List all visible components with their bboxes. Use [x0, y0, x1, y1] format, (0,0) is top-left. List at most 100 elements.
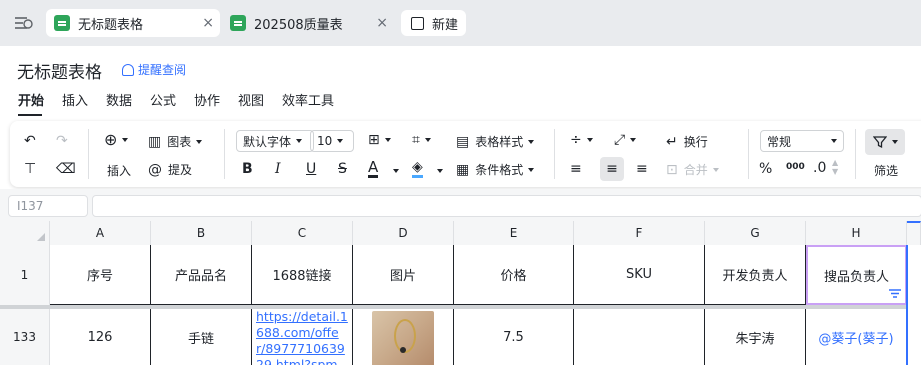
- new-button[interactable]: 新建: [401, 10, 466, 36]
- format-painter-icon[interactable]: ⊤: [24, 161, 36, 177]
- filter-active-icon[interactable]: [889, 289, 901, 299]
- strikethrough-icon[interactable]: S: [338, 161, 347, 177]
- divider: [748, 129, 749, 179]
- divider: [554, 129, 555, 179]
- tab-label: 无标题表格: [78, 17, 144, 33]
- header-cell-product[interactable]: 产品品名: [151, 245, 252, 305]
- decimal-stepper[interactable]: ▲ ▼: [832, 158, 838, 176]
- sheet-icon: [54, 15, 70, 31]
- column-header-f[interactable]: F: [574, 221, 705, 245]
- italic-icon[interactable]: I: [275, 161, 281, 177]
- wrap-icon: ↵: [666, 133, 678, 150]
- menu-home[interactable]: 开始: [18, 90, 44, 109]
- tab-label: 202508质量表: [254, 17, 343, 33]
- merge-icon: ⊡: [666, 161, 678, 178]
- conditional-format-button[interactable]: ▦ 条件格式: [456, 161, 535, 178]
- crop-icon[interactable]: ⌗: [412, 132, 431, 148]
- column-header-g[interactable]: G: [705, 221, 806, 245]
- chart-icon: ▥: [148, 133, 162, 150]
- header-cell-developer[interactable]: 开发负责人: [705, 245, 806, 305]
- filter-label: 筛选: [874, 164, 899, 178]
- chevron-down-icon[interactable]: [393, 169, 399, 173]
- menu-efficiency-tools[interactable]: 效率工具: [282, 90, 334, 109]
- number-format-select[interactable]: 常规: [760, 130, 844, 152]
- cell-link[interactable]: https://detail.1688.com/offer/8977710639…: [252, 309, 353, 365]
- divider: [88, 129, 89, 179]
- header-cell-searcher[interactable]: 搜品负责人: [806, 245, 907, 305]
- menu-formula[interactable]: 公式: [150, 90, 176, 109]
- remind-label: 提醒查阅: [138, 63, 187, 77]
- font-color-icon[interactable]: A: [368, 159, 379, 178]
- header-cell-sku[interactable]: SKU: [574, 245, 705, 305]
- column-header-e[interactable]: E: [454, 221, 574, 245]
- undo-icon[interactable]: ↶: [24, 133, 36, 149]
- eraser-icon[interactable]: ⌫: [56, 161, 76, 177]
- formula-input[interactable]: [92, 195, 921, 217]
- new-label: 新建: [432, 17, 459, 33]
- table-style-icon: ▤: [456, 133, 470, 150]
- divider: [855, 129, 856, 179]
- toolbar: ↶ ↷ ⊤ ⌫ ⊕ 插入 ▥ 图表 @ 提及 默认字体 10 B I U S A ◈…: [10, 121, 921, 187]
- column-header-h[interactable]: H: [806, 221, 907, 245]
- row-header-133[interactable]: 133: [0, 309, 50, 365]
- menu-view[interactable]: 视图: [238, 90, 264, 109]
- fill-color-icon[interactable]: ◈: [412, 159, 423, 178]
- row-header-1[interactable]: 1: [0, 245, 50, 305]
- column-header-i[interactable]: [907, 221, 921, 245]
- header-cell-image[interactable]: 图片: [353, 245, 454, 305]
- border-icon[interactable]: ⊞: [368, 132, 391, 148]
- cell-sku[interactable]: [574, 309, 705, 365]
- tab-bar: 无标题表格 × 202508质量表 × 新建: [0, 0, 921, 46]
- tab-quality-sheet[interactable]: 202508质量表 ×: [222, 9, 394, 37]
- cell-image[interactable]: [353, 309, 454, 365]
- cell-seq[interactable]: 126: [50, 309, 151, 365]
- percent-button[interactable]: %: [759, 161, 772, 177]
- insert-plus-icon[interactable]: ⊕: [104, 132, 129, 148]
- menu-collaborate[interactable]: 协作: [194, 90, 220, 109]
- column-header-a[interactable]: A: [50, 221, 151, 245]
- align-left-icon[interactable]: ≡: [570, 161, 582, 177]
- header-cell-price[interactable]: 价格: [454, 245, 574, 305]
- thousands-separator-button[interactable]: 000: [786, 162, 805, 172]
- chart-button[interactable]: ▥ 图表: [148, 133, 203, 150]
- column-header-c[interactable]: C: [252, 221, 353, 245]
- underline-icon[interactable]: U: [306, 161, 316, 177]
- menu-list-icon[interactable]: [12, 13, 34, 33]
- insert-label[interactable]: 插入: [107, 162, 131, 179]
- align-right-icon[interactable]: ≡: [636, 161, 648, 177]
- column-header-d[interactable]: D: [353, 221, 454, 245]
- table-style-button[interactable]: ▤ 表格样式: [456, 133, 535, 150]
- remind-link[interactable]: 提醒查阅: [122, 61, 186, 78]
- header-cell-seq[interactable]: 序号: [50, 245, 151, 305]
- document-title[interactable]: 无标题表格: [17, 58, 102, 83]
- menu-data[interactable]: 数据: [106, 90, 132, 109]
- name-box[interactable]: I137: [8, 195, 88, 217]
- decimal-button[interactable]: .0: [813, 160, 826, 176]
- chevron-down-icon[interactable]: [437, 169, 443, 173]
- tab-untitled-sheet[interactable]: 无标题表格 ×: [46, 9, 220, 37]
- filter-button[interactable]: [865, 129, 905, 155]
- product-image[interactable]: [372, 311, 434, 365]
- font-size-select[interactable]: 10: [310, 130, 354, 152]
- menu-insert[interactable]: 插入: [62, 90, 88, 109]
- cell-searcher[interactable]: @葵子(葵子): [806, 309, 907, 365]
- cell-developer[interactable]: 朱宇涛: [705, 309, 806, 365]
- bold-icon[interactable]: B: [242, 161, 253, 177]
- select-all-corner[interactable]: [0, 221, 50, 245]
- close-icon[interactable]: ×: [376, 15, 388, 31]
- close-icon[interactable]: ×: [202, 15, 214, 31]
- vertical-align-icon[interactable]: ÷: [570, 132, 593, 148]
- header-cell-link[interactable]: 1688链接: [252, 245, 353, 305]
- divider: [224, 129, 225, 179]
- cell-product[interactable]: 手链: [151, 309, 252, 365]
- wrap-button[interactable]: ↵ 换行: [666, 133, 708, 150]
- text-rotate-icon[interactable]: ⤢: [614, 132, 637, 148]
- column-header-b[interactable]: B: [151, 221, 252, 245]
- merge-button[interactable]: ⊡ 合并: [666, 161, 719, 178]
- conditional-format-icon: ▦: [456, 161, 470, 178]
- redo-icon[interactable]: ↷: [56, 133, 68, 149]
- mention-button[interactable]: @ 提及: [148, 161, 192, 178]
- font-family-select[interactable]: 默认字体: [236, 130, 314, 152]
- cell-price[interactable]: 7.5: [454, 309, 574, 365]
- align-center-icon[interactable]: ≡: [600, 157, 624, 181]
